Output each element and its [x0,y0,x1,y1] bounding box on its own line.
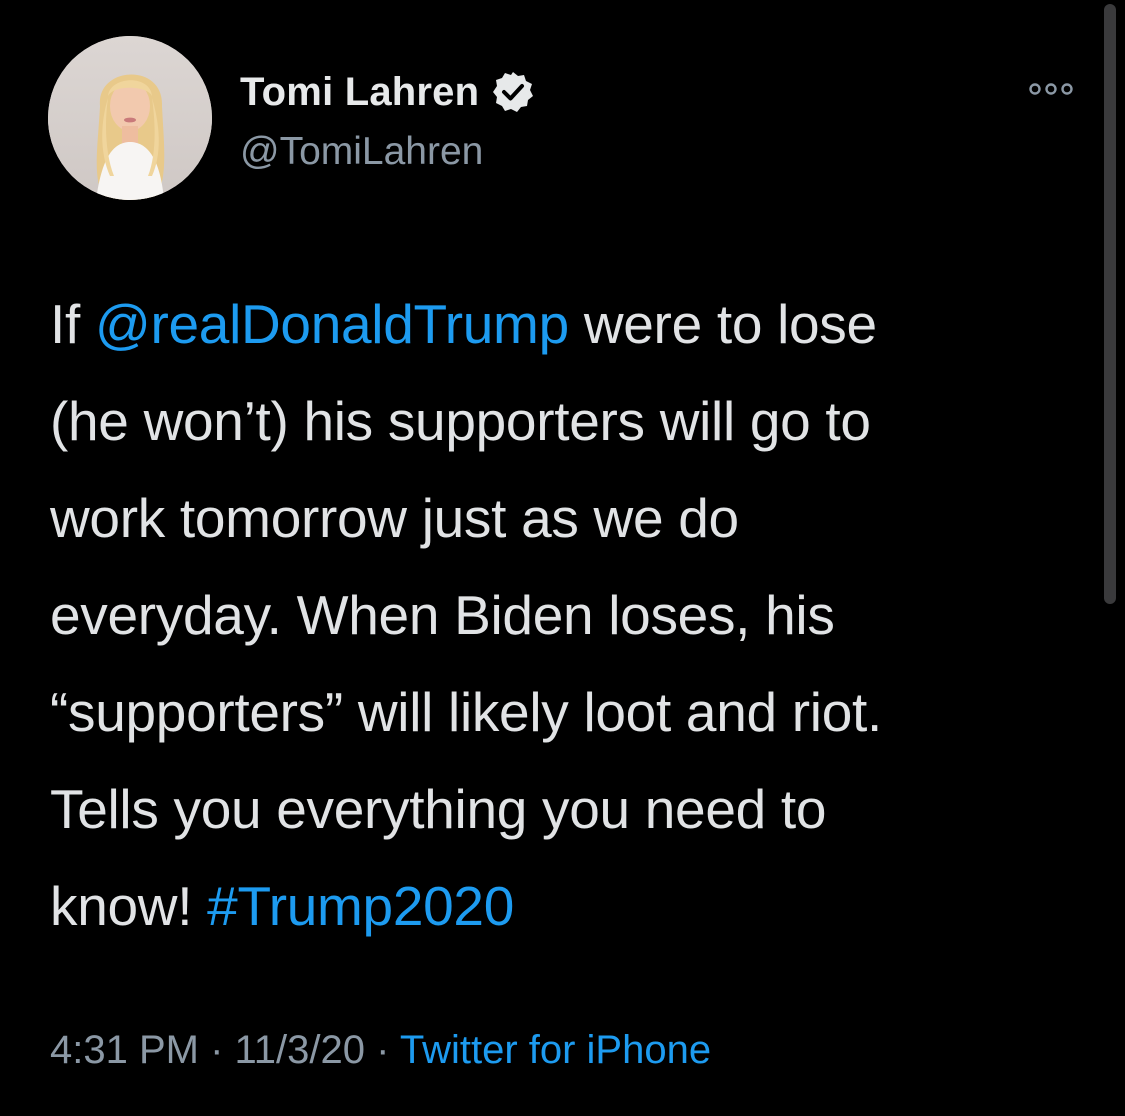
avatar[interactable] [48,36,212,200]
tweet-line: Tells you everything you need to [50,778,827,840]
tweet-line: If @realDonaldTrump were to lose [50,276,1080,373]
tweet-source-link[interactable]: Twitter for iPhone [400,1028,711,1072]
tweet-text: If @realDonaldTrump were to lose (he won… [50,276,1080,955]
meta-separator: · [198,1028,235,1072]
tweet-text-segment: know! [50,875,208,937]
meta-separator: · [365,1028,400,1072]
tweet-text-segment: were to lose [568,293,877,355]
tweet-line: work tomorrow just as we do [50,487,739,549]
tweet-line: know! #Trump2020 [50,858,1080,955]
more-options-icon[interactable] [1028,76,1074,102]
tweet-metadata: 4:31 PM · 11/3/20 · Twitter for iPhone [50,1020,711,1080]
tweet-container: Tomi Lahren @TomiLahren If @realDonaldTr… [0,0,1125,1116]
hashtag-link[interactable]: #Trump2020 [207,875,514,937]
tweet-line: “supporters” will likely loot and riot. [50,681,882,743]
handle[interactable]: @TomiLahren [240,126,535,178]
mention-link[interactable]: @realDonaldTrump [95,293,569,355]
verified-badge-icon [491,70,535,114]
display-name-row: Tomi Lahren [240,66,535,118]
tweet-line: everyday. When Biden loses, his [50,584,835,646]
tweet-line: (he won’t) his supporters will go to [50,390,871,452]
tweet-text-segment: If [50,293,95,355]
display-name[interactable]: Tomi Lahren [240,66,479,118]
scrollbar[interactable] [1104,4,1116,604]
tweet-date[interactable]: 11/3/20 [235,1028,366,1072]
author-block: Tomi Lahren @TomiLahren [240,66,535,178]
tweet-time[interactable]: 4:31 PM [50,1028,199,1072]
